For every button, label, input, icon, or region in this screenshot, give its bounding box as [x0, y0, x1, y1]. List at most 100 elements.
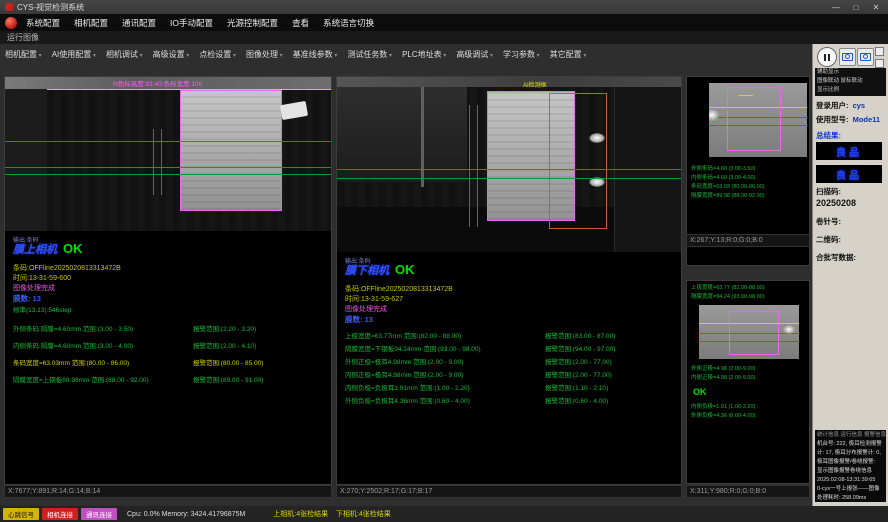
model-label: 使用型号:	[816, 115, 849, 124]
app-icon	[5, 3, 13, 11]
ai-detect-label: AI检测框	[523, 80, 547, 89]
tab-run-image[interactable]: 运行图像	[7, 32, 39, 43]
bright-spot	[709, 109, 719, 121]
statistics-header: 统计信息 运行信息 报警信息	[817, 431, 884, 440]
alarm-range-text: 报警范围:(1.10 - 2.10)	[545, 382, 608, 395]
thumbnail-image-2	[699, 305, 799, 359]
toolbar-item[interactable]: AI使用配置	[52, 49, 96, 60]
measurement-text: 上极宽度=63.77mm 范围:(82.00 - 88.00)	[345, 330, 545, 343]
thumbnail-view-2[interactable]: 上极宽度=63.77 (82.00-88.00)隔膜宽度=94.24 (93.0…	[686, 280, 810, 484]
scan-code-label: 扫描码:	[816, 186, 841, 197]
overlay-green-vline	[153, 129, 154, 195]
menu-item[interactable]: IO手动配置	[170, 17, 213, 29]
barcode-text: 条码:OFFline2025020813313472B	[13, 263, 121, 273]
camera-view-upper[interactable]: N色标高度:93.40;色标宽度:100 输出:条码 膜上相机 OK 条码:OF…	[4, 76, 332, 485]
toolbar-item[interactable]: 高级调试	[456, 49, 493, 60]
model-value: Mode11	[853, 115, 881, 124]
menu-item[interactable]: 查看	[292, 17, 309, 29]
tool-icon[interactable]	[875, 47, 884, 56]
aux-option-line[interactable]: 辅助显示	[817, 68, 884, 77]
login-user-value: cys	[853, 101, 866, 110]
app-logo-icon	[5, 17, 17, 29]
camera-result-title: 膜上相机 OK	[13, 241, 83, 257]
camera-tool-button-1[interactable]	[839, 48, 856, 66]
toolbar-item[interactable]: 点检设置	[199, 49, 236, 60]
measurement-row: 内侧条码:隔膜=4.60mm 范围:(3.00 - 4.00) 报警范围:(2.…	[13, 340, 329, 357]
toolbar-item[interactable]: 其它配置	[550, 49, 587, 60]
menu-item[interactable]: 相机配置	[74, 17, 108, 29]
overlay-green-line	[337, 169, 681, 170]
statistics-line: 处理耗时: 258.09ms	[817, 494, 884, 502]
status-badges: 心跳信号相机连接通讯连接	[3, 508, 117, 520]
thumbnail-result-line: 内侧条码=4.60 (3.00-4.00)	[691, 174, 765, 183]
alarm-range-text: 报警范围:(2.20 - 3.20)	[193, 323, 256, 340]
thumbnail-image-1	[709, 83, 807, 157]
pause-button[interactable]	[817, 47, 837, 67]
overlay-green-line	[5, 141, 331, 142]
measurement-row: 内侧负极=负极耳1.91mm 范围:(1.00 - 2.20) 报警范围:(1.…	[345, 382, 679, 395]
window-control-button[interactable]: □	[849, 3, 863, 12]
tool-icon[interactable]	[875, 59, 884, 68]
overlay-green-vline	[161, 129, 162, 195]
thumbnail-result-line: 外侧负极=4.36 (0.60-4.00)	[691, 412, 755, 421]
thumbnail-result-lines: 内侧负极=1.91 (1.00-2.20)外侧负极=4.36 (0.60-4.0…	[691, 403, 755, 421]
toolbar-item[interactable]: 基准线参数	[293, 49, 338, 60]
fps-text: 帧率(13.13):546step	[13, 304, 72, 314]
measurement-text: 外侧条码:隔膜=4.60mm 范围:(3.00 - 3.50)	[13, 323, 193, 340]
measurement-rows: 外侧条码:隔膜=4.60mm 范围:(3.00 - 3.50) 报警范围:(2.…	[13, 323, 329, 391]
workspace: 相机配置 AI使用配置相机调试高级设置点检设置图像处理基准线参数测试任务数 PLC地…	[0, 44, 812, 506]
toolbar-item[interactable]: 测试任务数	[347, 49, 392, 60]
measurement-rows: 上极宽度=63.77mm 范围:(82.00 - 88.00) 报警范围:(83…	[345, 330, 679, 408]
coordinate-bar-upper: X:7677;Y:891;R:14;G:14;B:14	[4, 485, 332, 498]
toolbar-item[interactable]: 高级设置	[153, 49, 190, 60]
qr-code-label: 二维码:	[816, 234, 841, 245]
scan-code-value: 20250208	[816, 198, 856, 208]
alarm-range-text: 报警范围:(94.00 - 97.00)	[545, 343, 615, 356]
result-box: 良品	[816, 142, 882, 160]
menu-items: 系统配置 相机配置 通讯配置 IO手动配置 光源控制配置 查看 系统语言切换	[26, 17, 374, 29]
pause-icon	[824, 54, 826, 61]
machine-structure	[5, 89, 47, 231]
toolbar-item[interactable]: 图像处理	[246, 49, 283, 60]
statistics-line: 2025:02:08-13:31:39:65	[817, 476, 884, 485]
menu-item[interactable]: 光源控制配置	[227, 17, 278, 29]
cpu-memory-text: Cpu: 0.0% Memory: 3424.41796875M	[127, 511, 245, 518]
alarm-range-text: 报警范围:(89.00 - 91.00)	[193, 374, 263, 391]
aux-option-line[interactable]: 图像联动 鼠标联动	[817, 77, 884, 86]
toolbar-item[interactable]: 相机调试	[106, 49, 143, 60]
status-badge: 通讯连接	[81, 508, 117, 520]
camera-image-upper: N色标高度:93.40;色标宽度:100	[5, 77, 331, 231]
thumbnail-result-line: 内侧正极=4.98 (2.00-9.00)	[691, 374, 755, 383]
menu-item[interactable]: 系统配置	[26, 17, 60, 29]
camera-view-lower[interactable]: AI检测框 输出:条码 膜下相机 OK 条码:OFFline2025020813…	[336, 76, 682, 485]
statistics-line: 极耳图像报警/卷绕报警:	[817, 458, 884, 467]
measurement-text: 内侧条码:隔膜=4.60mm 范围:(3.00 - 4.00)	[13, 340, 193, 357]
menu-item[interactable]: 通讯配置	[122, 17, 156, 29]
overlay-measure-label: N色标高度:93.40;色标宽度:100	[113, 78, 202, 88]
menu-item[interactable]: 系统语言切换	[323, 17, 374, 29]
measurement-row: 隔膜宽度=上钢板89.98mm 范围:(88.00 - 92.00) 报警范围:…	[13, 374, 329, 391]
alarm-range-text: 报警范围:(2.00 - 77.00)	[545, 369, 612, 382]
window-control-button[interactable]: ✕	[869, 3, 883, 12]
pause-icon	[828, 54, 830, 61]
measurement-row: 条码宽度=63.03mm 范围:(80.00 - 86.00) 报警范围:(80…	[13, 357, 329, 374]
toolbar-item[interactable]: 相机配置	[5, 49, 42, 60]
statistics-box: 统计信息 运行信息 报警信息 机台号: 222, 极耳检测报警计: 17, 极耳…	[815, 430, 886, 502]
toolbar-item[interactable]: 学习参数	[503, 49, 540, 60]
aux-option-line[interactable]: 显示比例	[817, 86, 884, 95]
login-user-row: 登录用户: cys	[816, 100, 865, 111]
pin-number-label: 卷针号:	[816, 216, 841, 227]
connector-part	[280, 101, 308, 120]
measurement-text: 外侧正极=极耳4.98mm 范围:(2.00 - 9.00)	[345, 356, 545, 369]
aux-options-box: 辅助显示图像联动 鼠标联动显示比例	[815, 68, 886, 96]
tab-row: 运行图像	[0, 31, 888, 44]
overlay-green-line	[5, 174, 331, 175]
overlay-green-line	[337, 178, 681, 179]
toolbar-item[interactable]: PLC地址表	[402, 49, 446, 60]
camera-tool-button-2[interactable]	[857, 48, 874, 66]
measurement-row: 上极宽度=63.77mm 范围:(82.00 - 88.00) 报警范围:(83…	[345, 330, 679, 343]
camera-image-lower: AI检测框	[337, 77, 681, 252]
alarm-range-text: 报警范围:(2.00 - 4.10)	[193, 340, 256, 357]
window-control-button[interactable]: —	[829, 3, 843, 12]
result-ok-badge: OK	[395, 262, 415, 277]
